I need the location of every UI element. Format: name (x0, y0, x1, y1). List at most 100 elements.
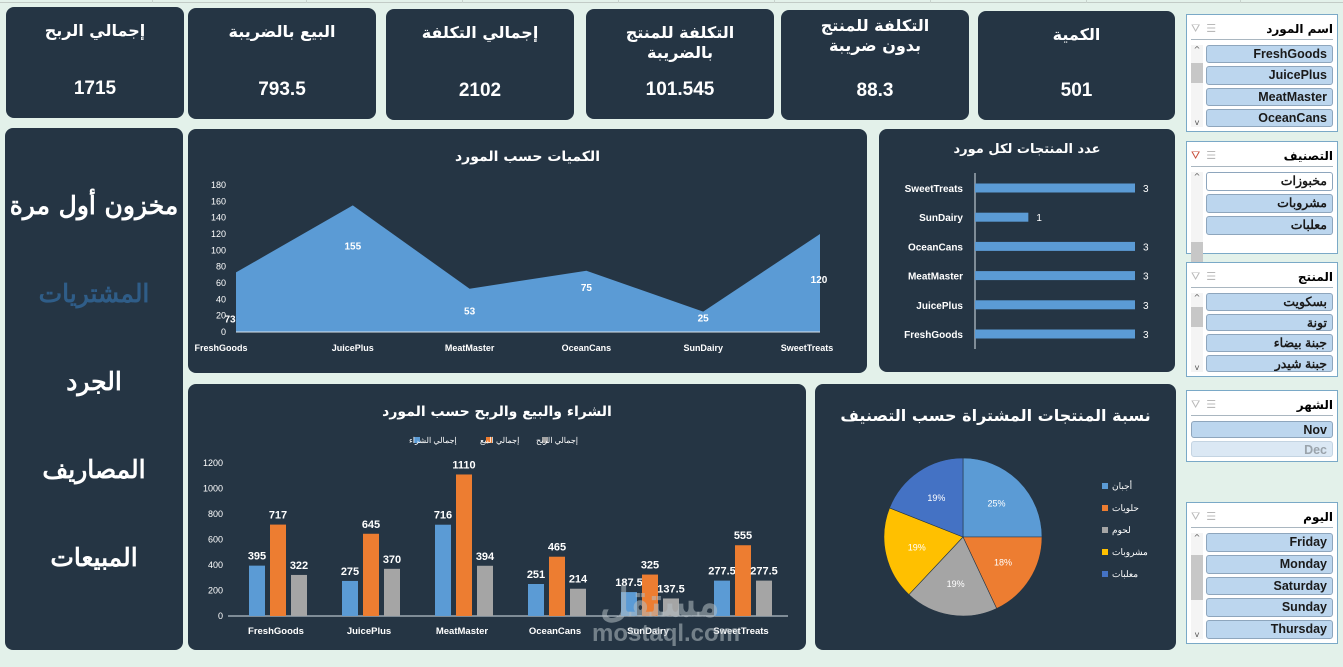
scroll-down-icon[interactable]: v (1195, 363, 1200, 372)
sheet-gridline (1086, 0, 1087, 3)
slicer-body: ^ v FreshGoods JuicePlus MeatMaster OceanCans (1191, 45, 1333, 127)
pie-chart-svg: 25% 18% 19% 19% 19% أجبان حلويات لحوم مشروبات معل… (883, 457, 1148, 617)
nav-item-opening-stock[interactable]: مخزون أول مرة (10, 186, 179, 274)
clear-filter-icon[interactable]: ⛛ (1191, 270, 1200, 284)
y-tick-label: 600 (208, 535, 223, 545)
clear-filter-icon[interactable]: ⛛ (1191, 149, 1200, 163)
slicer-scrollbar[interactable]: ^v (1191, 533, 1203, 639)
legend-label: لحوم (1112, 525, 1131, 536)
legend-label: أجبان (1112, 479, 1132, 491)
scroll-up-icon[interactable]: ^ (1194, 45, 1201, 54)
chart-qty-by-supplier[interactable]: الكميات حسب المورد 0 20 40 60 80 100 120 140 160… (188, 129, 867, 373)
slicer-item[interactable]: Sunday (1206, 598, 1333, 618)
scroll-up-icon[interactable]: ^ (1194, 533, 1201, 542)
nav-panel: مخزون أول مرة المشتريات الجرد المصاريف ا… (5, 128, 183, 650)
slicer-header: اسم المورد ⛛ ☰ (1191, 18, 1333, 40)
y-tick-label: 800 (208, 509, 223, 519)
slicer-items: FreshGoods JuicePlus MeatMaster OceanCans (1206, 45, 1333, 127)
kpi-card-unit-cost-no-tax: التكلفة للمنتج بدون ضريبة 88.3 (781, 10, 969, 120)
bar (735, 545, 751, 616)
scroll-down-icon[interactable]: v (1195, 630, 1200, 639)
data-label: 137.5 (657, 583, 685, 595)
slicer-header: المنتج ⛛ ☰ (1191, 266, 1333, 288)
scroll-up-icon[interactable]: ^ (1194, 293, 1201, 302)
nav-item-sales[interactable]: المبيعات (50, 538, 137, 626)
multi-select-icon[interactable]: ☰ (1206, 270, 1216, 284)
kpi-value: 793.5 (258, 79, 306, 100)
clear-filter-icon[interactable]: ⛛ (1191, 22, 1200, 36)
nav-item-purchases[interactable]: المشتريات (39, 274, 150, 362)
scroll-thumb[interactable] (1191, 555, 1203, 600)
slicer-item[interactable]: Friday (1206, 533, 1333, 552)
kpi-value: 101.545 (645, 79, 715, 100)
slicer-body: ^ v Friday Monday Saturday Sunday Thursday (1191, 533, 1333, 639)
legend-swatch (1102, 571, 1108, 577)
legend-label: إجمالي البيع (480, 436, 519, 445)
data-label: 251 (527, 569, 545, 581)
chart-products-per-supplier[interactable]: عدد المنتجات لكل مورد SweetTreats 3 SunDai… (879, 129, 1175, 372)
slicer-item[interactable]: مخبوزات (1206, 172, 1333, 191)
legend-label: معلبات (1112, 569, 1138, 579)
multi-select-icon[interactable]: ☰ (1206, 22, 1216, 36)
clear-filter-icon[interactable]: ⛛ (1191, 398, 1200, 412)
x-tick-label: FreshGoods (248, 626, 304, 637)
bar (975, 212, 1029, 222)
slicer-item[interactable]: معلبات (1206, 216, 1333, 235)
y-tick-label: 40 (216, 294, 226, 304)
nav-item-inventory[interactable]: الجرد (66, 362, 122, 450)
slicer-item[interactable]: Nov (1191, 421, 1333, 438)
slicer-item[interactable]: Saturday (1206, 576, 1333, 596)
slicer-0: اسم المورد ⛛ ☰ ^ v FreshGoods JuicePlus MeatMas… (1186, 14, 1338, 132)
slicer-title: الشهر (1296, 397, 1333, 412)
scroll-down-icon[interactable]: v (1195, 118, 1200, 127)
kpi-title: التكلفة للمنتج بدون ضريبة (820, 16, 930, 55)
sheet-gridline (1240, 0, 1241, 3)
multi-select-icon[interactable]: ☰ (1206, 510, 1216, 524)
slicer-item[interactable]: Monday (1206, 554, 1333, 574)
bar (249, 565, 265, 616)
nav-item-expenses[interactable]: المصاريف (42, 450, 145, 538)
slicer-scrollbar[interactable]: ^v (1191, 172, 1203, 262)
slicer-item[interactable]: بسكويت (1206, 293, 1333, 311)
slicer-scrollbar[interactable]: ^v (1191, 45, 1203, 127)
category-label: OceanCans (908, 242, 963, 253)
scroll-thumb[interactable] (1191, 242, 1203, 262)
slicer-item[interactable]: Dec (1191, 440, 1333, 457)
bar (975, 300, 1135, 310)
legend-label: حلويات (1112, 503, 1139, 514)
clear-filter-icon[interactable]: ⛛ (1191, 510, 1200, 524)
slicer-item[interactable]: جبنة شيدر (1206, 354, 1333, 372)
kpi-value: 88.3 (856, 80, 894, 101)
x-tick-label: OceanCans (529, 626, 581, 637)
multi-select-icon[interactable]: ☰ (1206, 149, 1216, 163)
slicer-items: Nov Dec (1191, 421, 1333, 457)
kpi-title: إجمالي الربح (44, 21, 146, 40)
slicer-item[interactable]: تونة (1206, 313, 1333, 331)
chart-purchased-by-category[interactable]: نسبة المنتجات المشتراة حسب التصنيف 25% 18… (815, 384, 1176, 650)
slicer-1: التصنيف⛛☰^vمخبوزاتمشروباتمعلبات (1186, 141, 1338, 262)
kpi-title: إجمالي التكلفة (421, 23, 539, 42)
data-label: 277.5 (708, 566, 736, 578)
slicer-item[interactable]: Thursday (1206, 620, 1333, 639)
data-label: 394 (476, 551, 495, 563)
slicer-item[interactable]: مشروبات (1206, 194, 1333, 213)
pie-data-label: 19% (927, 493, 945, 503)
chart-purchase-sales-profit[interactable]: الشراء والبيع والربح حسب المورد 0 200 400 6… (188, 384, 806, 650)
bar (570, 588, 586, 616)
kpi-value: 1715 (73, 78, 117, 99)
scroll-up-icon[interactable]: ^ (1194, 172, 1201, 181)
y-tick-label: 80 (216, 262, 226, 272)
data-label: 395 (248, 551, 266, 563)
scroll-thumb[interactable] (1191, 63, 1203, 83)
y-tick-label: 180 (211, 180, 226, 190)
slicer-item[interactable]: JuicePlus (1206, 66, 1333, 85)
slicer-item[interactable]: MeatMaster (1206, 87, 1333, 106)
slicer-item[interactable]: OceanCans (1206, 108, 1333, 127)
slicer-item[interactable]: جبنة بيضاء (1206, 334, 1333, 352)
area-series (236, 205, 820, 332)
multi-select-icon[interactable]: ☰ (1206, 398, 1216, 412)
scroll-thumb[interactable] (1191, 307, 1203, 327)
bar (663, 598, 679, 616)
slicer-scrollbar[interactable]: ^v (1191, 293, 1203, 372)
slicer-item[interactable]: FreshGoods (1206, 45, 1333, 64)
